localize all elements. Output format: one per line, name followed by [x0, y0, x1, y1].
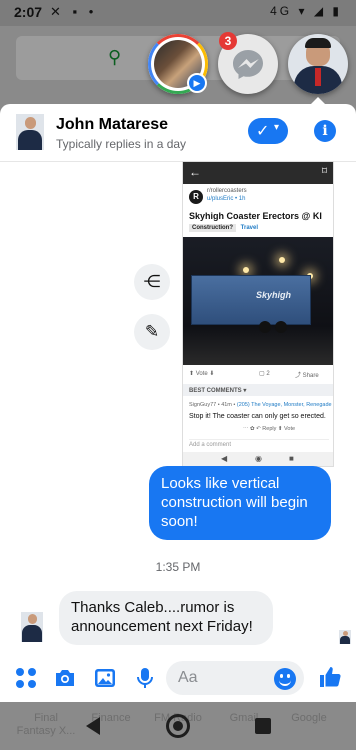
messenger-icon: [233, 50, 263, 79]
contact-status: Typically replies in a day: [56, 137, 187, 151]
info-icon[interactable]: i: [314, 120, 336, 142]
avatar[interactable]: [16, 114, 44, 150]
image-nav-recent: ■: [289, 454, 294, 463]
trailer-logo: Skyhigh: [256, 290, 292, 300]
image-nav-home: ◉: [255, 454, 262, 463]
bookmark-icon: ⌑: [321, 166, 327, 177]
comments-count: ▢ 2: [259, 371, 270, 377]
add-comment-field: Add a comment: [189, 439, 329, 448]
contact-name[interactable]: John Matarese: [56, 116, 168, 134]
message-received[interactable]: Thanks Caleb....rumor is announcement ne…: [59, 591, 273, 645]
shared-image[interactable]: ← ⌑ R r/rollercoasters u/plusEric • 1h S…: [182, 161, 334, 467]
nav-back-button[interactable]: [86, 717, 100, 735]
subreddit-logo: R: [189, 190, 203, 204]
image-navbar: ◀ ◉ ■: [183, 452, 333, 466]
dock-app-label: Final Fantasy X...: [16, 712, 76, 737]
timestamp: 1:35 PM: [155, 560, 201, 574]
check-icon: ✓: [256, 123, 270, 140]
seen-indicator-avatar: [339, 630, 351, 644]
comment-user: SignGuy77 • 41m • (205) The Voyage, Mons…: [189, 402, 332, 408]
search-icon: ⚲: [108, 47, 122, 67]
avatar-face: [28, 614, 37, 624]
tag-construction: Construction?: [189, 224, 236, 232]
subreddit-name: r/rollercoasters: [207, 188, 247, 194]
wheel: [259, 321, 271, 333]
image-topbar: ← ⌑: [183, 162, 333, 184]
trailer: Skyhigh: [191, 275, 311, 325]
avatar-body: [340, 636, 350, 644]
comment-actions: ⋯ ✿ ↶ Reply ⬆ Vote: [243, 426, 296, 432]
post-photo: Skyhigh: [183, 237, 333, 365]
light-1: [243, 267, 249, 273]
wheel: [275, 321, 287, 333]
comment-username: SignGuy77 • 41m •: [189, 402, 236, 408]
emoji-icon[interactable]: [274, 668, 296, 690]
message-sent[interactable]: Looks like vertical construction will be…: [149, 466, 331, 540]
avatar-face: [25, 117, 36, 129]
post-tags: Construction? Travel: [189, 224, 259, 232]
home-dock: Final Fantasy X... Finance FM Radio Gmai…: [0, 702, 356, 750]
comment-text: Stop it! The coaster can only get so ere…: [189, 413, 326, 420]
status-bar: 2:07 ✕ ▪ • 4G ▾ ◢ ▮: [0, 0, 356, 26]
apps-grid-icon[interactable]: [14, 666, 38, 690]
message-composer: [0, 654, 356, 702]
status-right-icons: 4G ▾ ◢ ▮: [270, 4, 342, 18]
dock-app-label: Google: [291, 712, 327, 724]
post-author: u/plusEric • 1h: [207, 196, 246, 202]
post-title: Skyhigh Coaster Erectors @ KI: [189, 211, 322, 221]
chat-head-john[interactable]: [288, 34, 348, 94]
unread-badge: 3: [219, 32, 237, 50]
status-time: 2:07: [14, 4, 43, 20]
gallery-icon[interactable]: [93, 666, 117, 690]
avatar-body: [22, 625, 42, 642]
sender-avatar: [21, 612, 43, 642]
microphone-icon[interactable]: [133, 666, 157, 690]
check-menu-button[interactable]: ✓ ▾: [248, 118, 288, 144]
thumbs-up-icon[interactable]: [318, 665, 342, 689]
signal-battery-icon: ▾ ◢ ▮: [298, 4, 342, 18]
light-2: [279, 257, 285, 263]
comment-flair: (205) The Voyage, Monster, Renegade: [236, 402, 332, 408]
share-label: ⤴ Share: [295, 373, 319, 379]
vote-label: ⬆ Vote ⬇: [189, 371, 215, 377]
edit-icon[interactable]: ✎: [134, 314, 170, 350]
notification-icons: ✕ ▪ •: [50, 4, 98, 19]
conversation-panel: John Matarese Typically replies in a day…: [0, 104, 356, 702]
avatar-body: [18, 130, 42, 150]
post-source: R r/rollercoasters u/plusEric • 1h: [189, 188, 329, 208]
share-icon[interactable]: ⋲: [134, 264, 170, 300]
best-comments-label: BEST COMMENTS ▾: [183, 384, 333, 396]
chevron-down-icon: ▾: [274, 122, 280, 133]
nav-recents-button[interactable]: [255, 718, 271, 734]
play-icon: ▶: [187, 73, 207, 93]
camera-icon[interactable]: [53, 666, 77, 690]
tag-travel: Travel: [240, 225, 259, 231]
network-label: 4G: [270, 4, 293, 18]
image-nav-back: ◀: [221, 454, 228, 463]
conversation-header: John Matarese Typically replies in a day…: [0, 104, 356, 162]
avatar-hair: [305, 38, 331, 48]
avatar-tie: [315, 68, 321, 86]
back-arrow-icon: ←: [189, 165, 201, 179]
avatar-face: [343, 631, 348, 636]
chat-head-group[interactable]: ▶: [148, 34, 208, 94]
nav-home-button[interactable]: [166, 714, 190, 738]
